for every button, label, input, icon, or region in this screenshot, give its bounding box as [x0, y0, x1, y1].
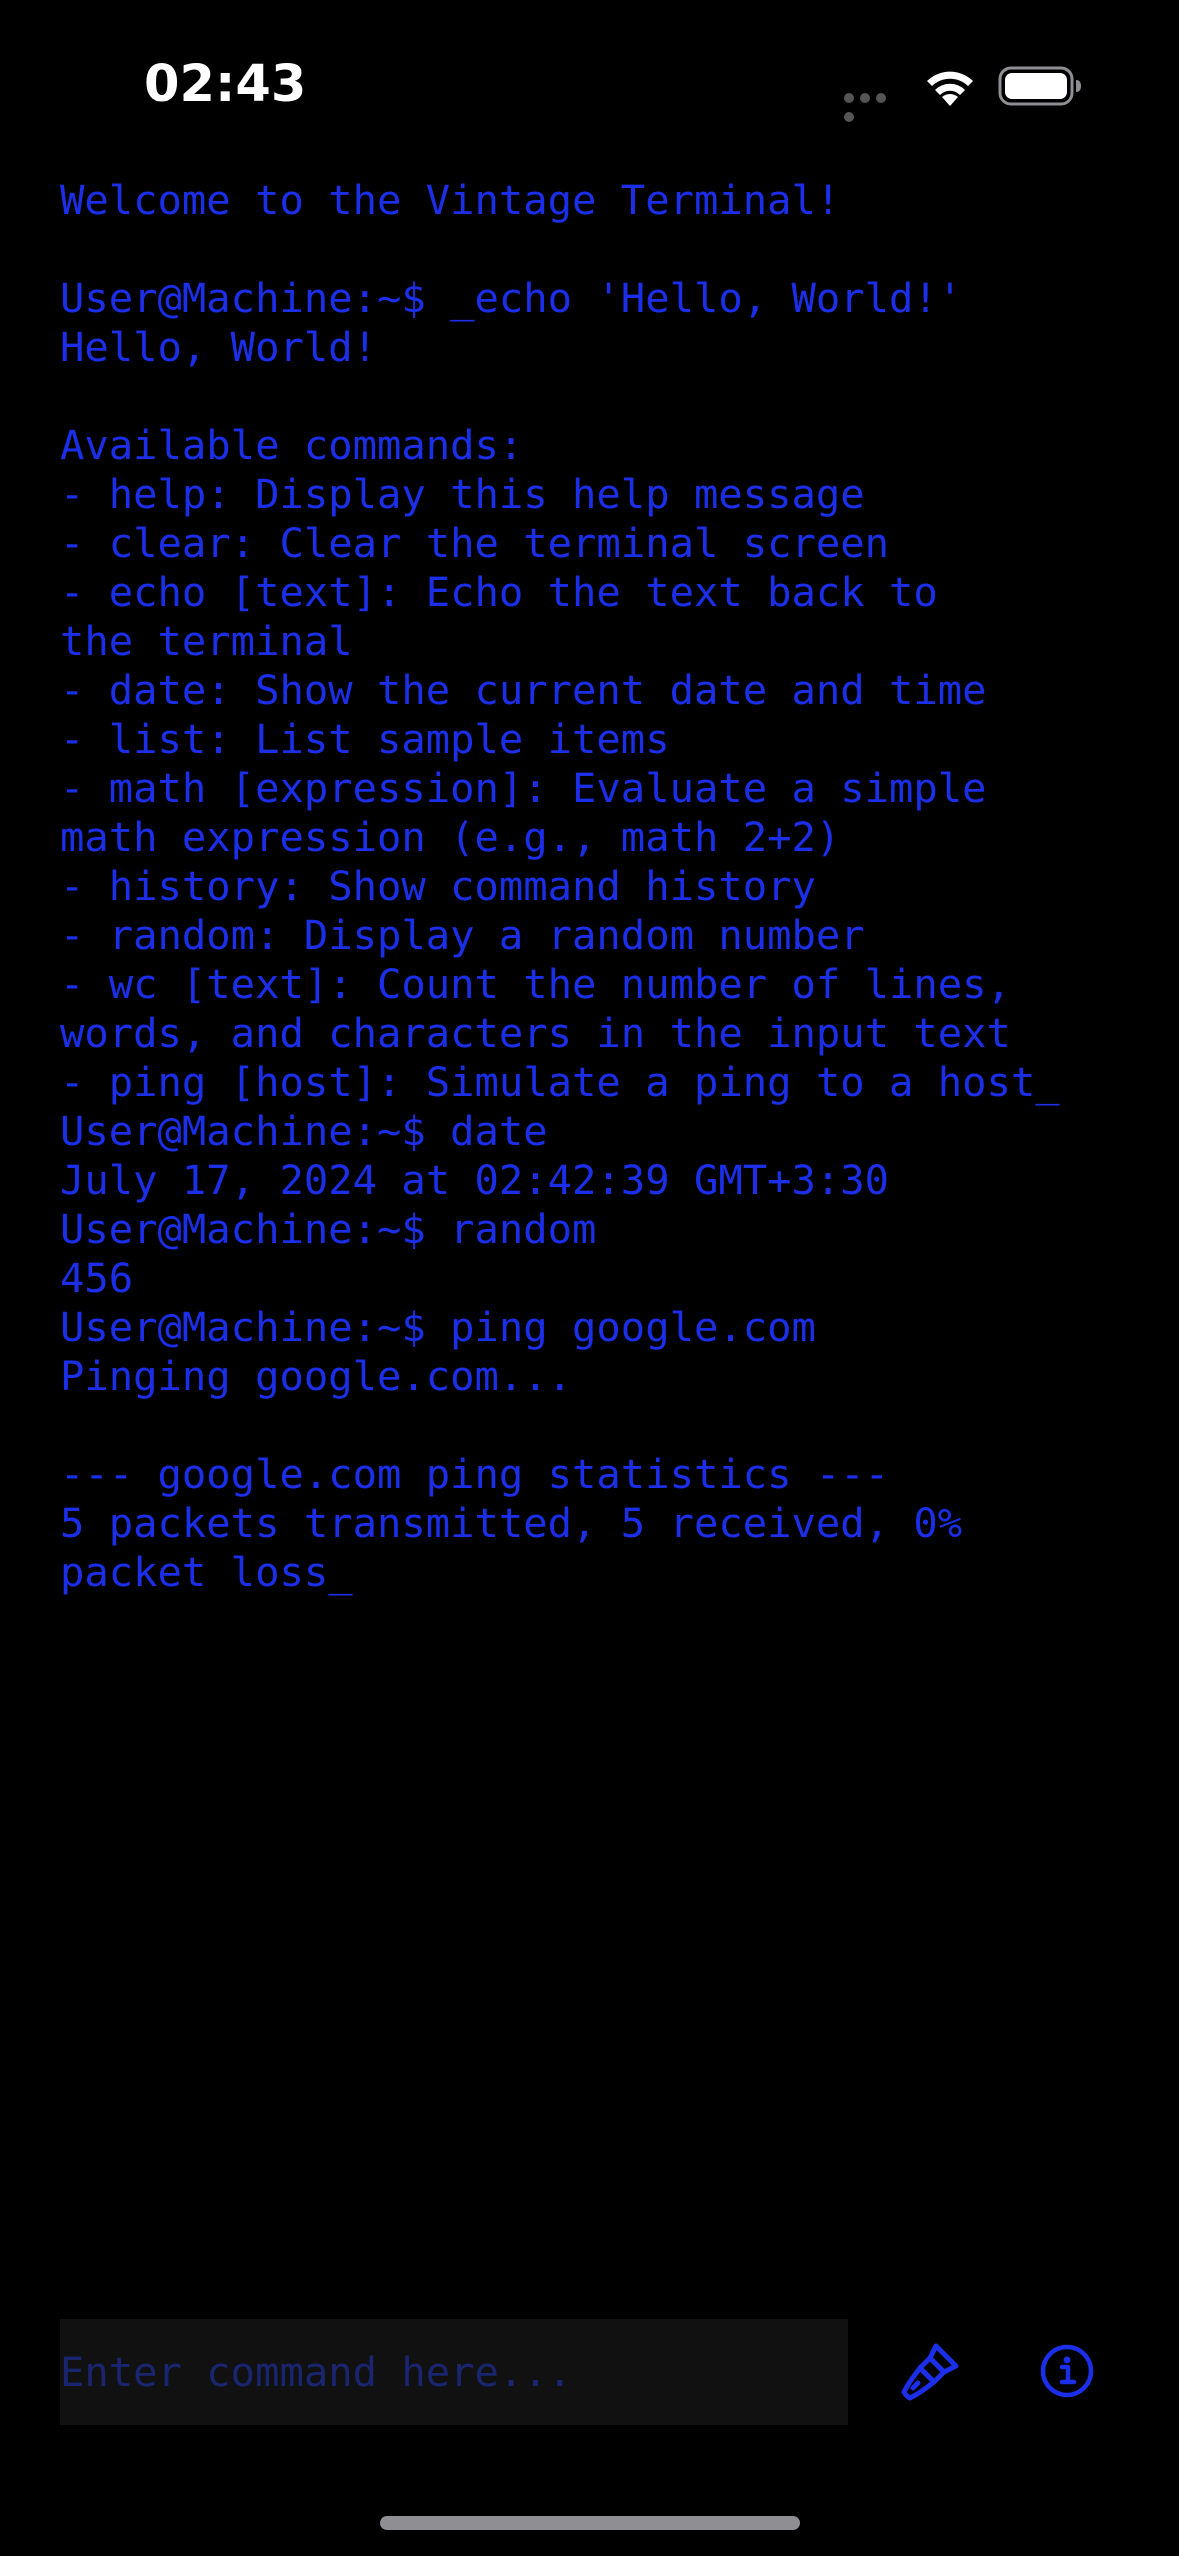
terminal-line: --- google.com ping statistics ---: [60, 1450, 890, 1498]
terminal-line: - ping [host]: Simulate a ping to a host…: [60, 1058, 1060, 1106]
command-input[interactable]: [60, 2319, 848, 2425]
command-input-container[interactable]: [60, 2319, 848, 2425]
battery-icon: [998, 66, 1081, 106]
theme-button[interactable]: [896, 2336, 966, 2406]
wifi-icon: [927, 71, 973, 106]
terminal-line: 456: [60, 1254, 134, 1302]
terminal-line: - list: List sample items: [60, 715, 670, 763]
terminal-line: - history: Show command history: [60, 862, 816, 910]
terminal-line: - help: Display this help message: [60, 470, 865, 518]
terminal-line: 5 packets transmitted, 5 received, 0%: [60, 1499, 963, 1547]
terminal-line: words, and characters in the input text: [60, 1009, 1011, 1057]
signal-icon: [844, 93, 906, 122]
paintbrush-icon: [901, 2343, 959, 2401]
home-indicator: [380, 2516, 800, 2530]
terminal-line: the terminal: [60, 617, 353, 665]
status-bar: 02:43: [0, 0, 1179, 140]
terminal-line: - clear: Clear the terminal screen: [60, 519, 890, 567]
terminal-output: Welcome to the Vintage Terminal! User@Mac…: [60, 176, 1130, 1597]
terminal-line: July 17, 2024 at 02:42:39 GMT+3:30: [60, 1156, 890, 1204]
terminal-line: User@Machine:~$ random: [60, 1205, 597, 1253]
info-circle-icon: [1040, 2344, 1094, 2398]
terminal-line: - random: Display a random number: [60, 911, 865, 959]
terminal-line: - wc [text]: Count the number of lines,: [60, 960, 1011, 1008]
terminal-line: Welcome to the Vintage Terminal!: [60, 176, 841, 224]
terminal-line: packet loss_: [60, 1548, 353, 1596]
terminal-line: math expression (e.g., math 2+2): [60, 813, 841, 861]
terminal-line: Available commands:: [60, 421, 524, 469]
terminal-line: - echo [text]: Echo the text back to: [60, 568, 938, 616]
terminal-line: Hello, World!: [60, 323, 377, 371]
status-time: 02:43: [144, 55, 307, 114]
terminal-line: - math [expression]: Evaluate a simple: [60, 764, 987, 812]
terminal-line: User@Machine:~$ ping google.com: [60, 1303, 816, 1351]
terminal-line: User@Machine:~$ _echo 'Hello, World!': [60, 274, 963, 322]
terminal-line: User@Machine:~$ date: [60, 1107, 548, 1155]
info-button[interactable]: [1032, 2336, 1102, 2406]
terminal-line: - date: Show the current date and time: [60, 666, 987, 714]
terminal-line: Pinging google.com...: [60, 1352, 573, 1400]
